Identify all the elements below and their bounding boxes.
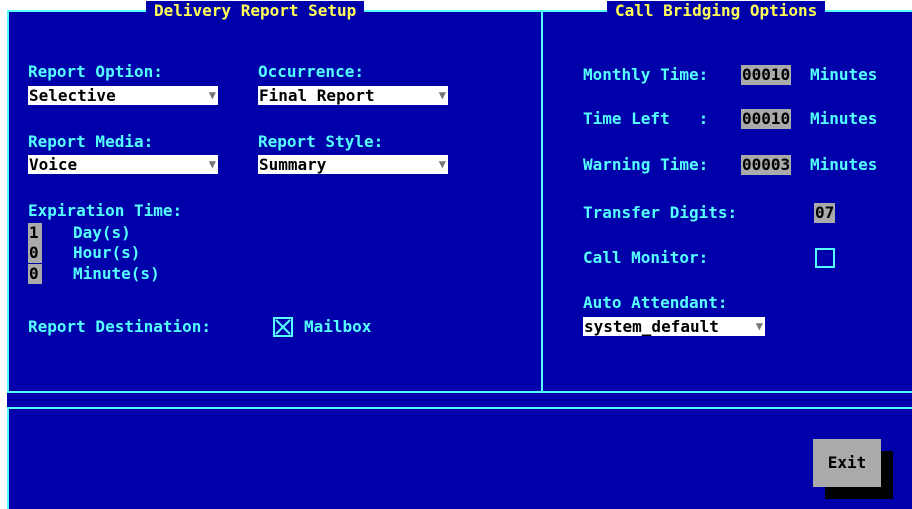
checkbox-x-icon <box>275 319 291 335</box>
mailbox-label: Mailbox <box>304 317 372 336</box>
hours-label: Hour(s) <box>73 243 141 262</box>
expiration-label: Expiration Time: <box>28 201 183 220</box>
dropdown-arrow-icon[interactable]: ▼ <box>756 317 763 336</box>
report-option-label: Report Option: <box>28 62 163 81</box>
dropdown-arrow-icon[interactable]: ▼ <box>439 155 446 174</box>
dropdown-arrow-icon[interactable]: ▼ <box>209 155 216 174</box>
call-monitor-checkbox[interactable] <box>815 248 835 268</box>
mailbox-checkbox[interactable] <box>273 317 293 337</box>
transfer-digits-label: Transfer Digits: <box>583 203 738 222</box>
button-panel <box>7 407 912 509</box>
days-label: Day(s) <box>73 223 131 242</box>
report-option-value: Selective <box>29 86 116 105</box>
delivery-report-panel: Delivery Report Setup Report Option: Sel… <box>7 1 543 393</box>
report-option-dropdown[interactable]: Selective ▼ <box>28 86 218 105</box>
report-style-value: Summary <box>259 155 327 174</box>
dropdown-arrow-icon[interactable]: ▼ <box>439 86 446 105</box>
time-left-label: Time Left : <box>583 109 709 128</box>
monthly-time-field[interactable]: 00010 <box>741 65 792 85</box>
occurrence-value: Final Report <box>259 86 375 105</box>
monthly-time-label: Monthly Time: <box>583 65 709 84</box>
occurrence-label: Occurrence: <box>258 62 364 81</box>
warning-time-field[interactable]: 00003 <box>741 155 792 175</box>
report-media-dropdown[interactable]: Voice ▼ <box>28 155 218 174</box>
days-field[interactable]: 1 <box>28 223 42 243</box>
minutes-label: Minute(s) <box>73 264 160 283</box>
time-left-unit: Minutes <box>810 109 878 128</box>
report-destination-label: Report Destination: <box>28 317 212 336</box>
exit-button[interactable]: Exit <box>813 439 881 487</box>
screen: Delivery Report Setup Report Option: Sel… <box>7 1 912 509</box>
auto-attendant-label: Auto Attendant: <box>583 293 728 312</box>
minutes-field[interactable]: 0 <box>28 264 42 284</box>
warning-time-unit: Minutes <box>810 155 878 174</box>
call-bridging-title: Call Bridging Options <box>607 1 826 21</box>
delivery-report-title: Delivery Report Setup <box>146 1 365 21</box>
call-monitor-label: Call Monitor: <box>583 248 709 267</box>
report-style-dropdown[interactable]: Summary ▼ <box>258 155 448 174</box>
hours-field[interactable]: 0 <box>28 243 42 263</box>
warning-time-label: Warning Time: <box>583 155 709 174</box>
transfer-digits-field[interactable]: 07 <box>814 203 836 223</box>
report-media-value: Voice <box>29 155 78 174</box>
call-bridging-panel: Call Bridging Options Monthly Time: 0001… <box>541 1 912 393</box>
time-left-field[interactable]: 00010 <box>741 109 792 129</box>
report-media-label: Report Media: <box>28 132 154 151</box>
auto-attendant-dropdown[interactable]: system_default ▼ <box>583 317 765 336</box>
dropdown-arrow-icon[interactable]: ▼ <box>209 86 216 105</box>
occurrence-dropdown[interactable]: Final Report ▼ <box>258 86 448 105</box>
monthly-time-unit: Minutes <box>810 65 878 84</box>
auto-attendant-value: system_default <box>584 317 719 336</box>
report-style-label: Report Style: <box>258 132 384 151</box>
